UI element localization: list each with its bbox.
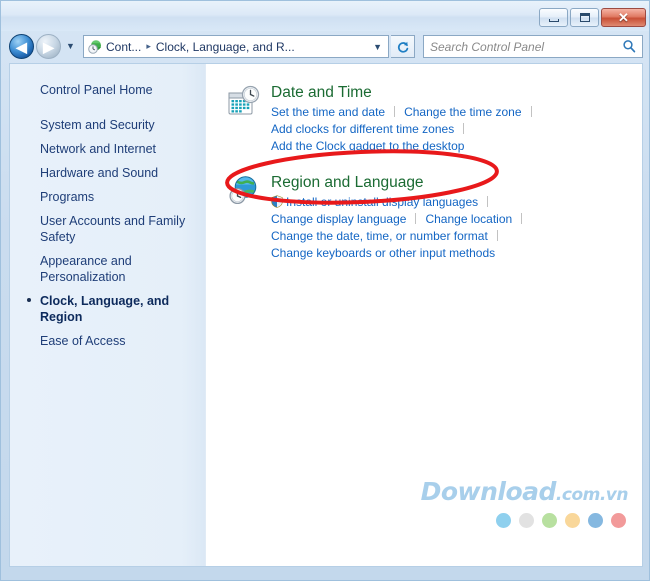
search-icon[interactable]: [622, 39, 636, 55]
forward-button[interactable]: ▶: [36, 34, 61, 59]
watermark-dots: [421, 513, 628, 528]
breadcrumb-separator-0[interactable]: ▸: [141, 41, 156, 52]
link-row: Change keyboards or other input methods: [271, 245, 642, 262]
category-links-region-and-language: Install or uninstall display languages C…: [271, 194, 642, 262]
sidebar-item-system-and-security[interactable]: System and Security: [10, 113, 205, 137]
link-set-the-time-and-date[interactable]: Set the time and date: [271, 105, 385, 119]
link-row: Change display language Change location: [271, 211, 642, 228]
link-add-clocks-for-different-time-zones[interactable]: Add clocks for different time zones: [271, 122, 454, 136]
category-title-region-and-language[interactable]: Region and Language: [271, 173, 642, 192]
link-change-the-date-time-or-number-format[interactable]: Change the date, time, or number format: [271, 229, 488, 243]
link-separator: [496, 230, 498, 241]
breadcrumb-item-0[interactable]: Cont...: [106, 40, 141, 54]
link-row: Add clocks for different time zones: [271, 121, 642, 138]
recent-pages-dropdown[interactable]: ▼: [66, 42, 75, 51]
minimize-icon: [540, 9, 567, 26]
link-change-keyboards-or-other-input-methods[interactable]: Change keyboards or other input methods: [271, 246, 495, 260]
address-bar[interactable]: Cont... ▸ Clock, Language, and R... ▼: [83, 35, 389, 58]
search-input[interactable]: [430, 39, 622, 54]
watermark: Download.com.vn: [420, 477, 629, 528]
link-change-display-language[interactable]: Change display language: [271, 212, 406, 226]
sidebar-item-hardware-and-sound[interactable]: Hardware and Sound: [10, 161, 205, 185]
refresh-button[interactable]: [391, 35, 415, 58]
uac-shield-icon: [271, 195, 283, 208]
sidebar-item-user-accounts-and-family-safety[interactable]: User Accounts and Family Safety: [10, 209, 205, 249]
close-button[interactable]: ✕: [601, 8, 646, 27]
watermark-dot-5: [611, 513, 626, 528]
sidebar-item-programs[interactable]: Programs: [10, 185, 205, 209]
link-row: Change the date, time, or number format: [271, 228, 642, 245]
maximize-button[interactable]: [570, 8, 599, 27]
link-change-location[interactable]: Change location: [425, 212, 512, 226]
link-add-the-clock-gadget-to-the-desktop[interactable]: Add the Clock gadget to the desktop: [271, 139, 464, 153]
close-icon: ✕: [618, 10, 629, 25]
watermark-suffix: .com.vn: [555, 485, 629, 505]
address-dropdown-icon[interactable]: ▼: [373, 42, 382, 52]
minimize-button[interactable]: [539, 8, 568, 27]
category-region-and-language: Region and Language Install or uninstall…: [223, 173, 642, 262]
calendar-clock-icon: [227, 85, 261, 119]
link-separator: [530, 106, 532, 117]
sidebar-list: Control Panel Home System and Security N…: [10, 64, 205, 353]
watermark-dot-3: [565, 513, 580, 528]
link-separator: [487, 196, 489, 207]
sidebar-item-control-panel-home[interactable]: Control Panel Home: [10, 78, 205, 102]
content-pane: Date and Time Set the time and date Chang…: [207, 64, 642, 566]
navigation-buttons: ◀ ▶ ▼: [9, 34, 75, 59]
globe-clock-icon: [227, 175, 261, 209]
title-bar: ✕: [1, 1, 649, 31]
link-change-the-time-zone[interactable]: Change the time zone: [404, 105, 521, 119]
watermark-dot-2: [542, 513, 557, 528]
window-body: Control Panel Home System and Security N…: [9, 63, 643, 567]
watermark-dot-4: [588, 513, 603, 528]
link-row: Set the time and date Change the time zon…: [271, 104, 642, 121]
category-links-date-and-time: Set the time and date Change the time zon…: [271, 104, 642, 155]
sidebar-item-clock-language-and-region[interactable]: Clock, Language, and Region: [10, 289, 205, 329]
window-controls: ✕: [539, 8, 646, 27]
category-title-date-and-time[interactable]: Date and Time: [271, 83, 642, 102]
category-date-and-time: Date and Time Set the time and date Chang…: [223, 83, 642, 155]
link-row: Install or uninstall display languages: [271, 194, 642, 211]
sidebar-item-ease-of-access[interactable]: Ease of Access: [10, 329, 205, 353]
sidebar-item-network-and-internet[interactable]: Network and Internet: [10, 137, 205, 161]
control-panel-icon: [87, 39, 103, 55]
back-button[interactable]: ◀: [9, 34, 34, 59]
forward-arrow-icon: ▶: [43, 38, 54, 55]
back-arrow-icon: ◀: [16, 38, 27, 55]
maximize-icon: [571, 9, 598, 26]
breadcrumb-item-1[interactable]: Clock, Language, and R...: [156, 40, 295, 54]
link-separator: [394, 106, 396, 117]
address-toolbar: ◀ ▶ ▼ Cont... ▸ Clock, Language, and R..…: [1, 31, 649, 63]
sidebar: Control Panel Home System and Security N…: [10, 64, 206, 566]
search-box[interactable]: [423, 35, 643, 58]
watermark-brand: Download: [420, 477, 557, 506]
link-row: Add the Clock gadget to the desktop: [271, 138, 642, 155]
link-separator: [463, 123, 465, 134]
link-install-or-uninstall-display-languages[interactable]: Install or uninstall display languages: [286, 195, 478, 209]
sidebar-item-appearance-and-personalization[interactable]: Appearance and Personalization: [10, 249, 205, 289]
watermark-dot-0: [496, 513, 511, 528]
watermark-text: Download.com.vn: [420, 477, 629, 506]
watermark-dot-1: [519, 513, 534, 528]
link-separator: [521, 213, 523, 224]
link-separator: [415, 213, 417, 224]
control-panel-window: ✕ ◀ ▶ ▼ Cont... ▸ Clock, Language, and R…: [0, 0, 650, 581]
refresh-icon: [397, 41, 408, 53]
